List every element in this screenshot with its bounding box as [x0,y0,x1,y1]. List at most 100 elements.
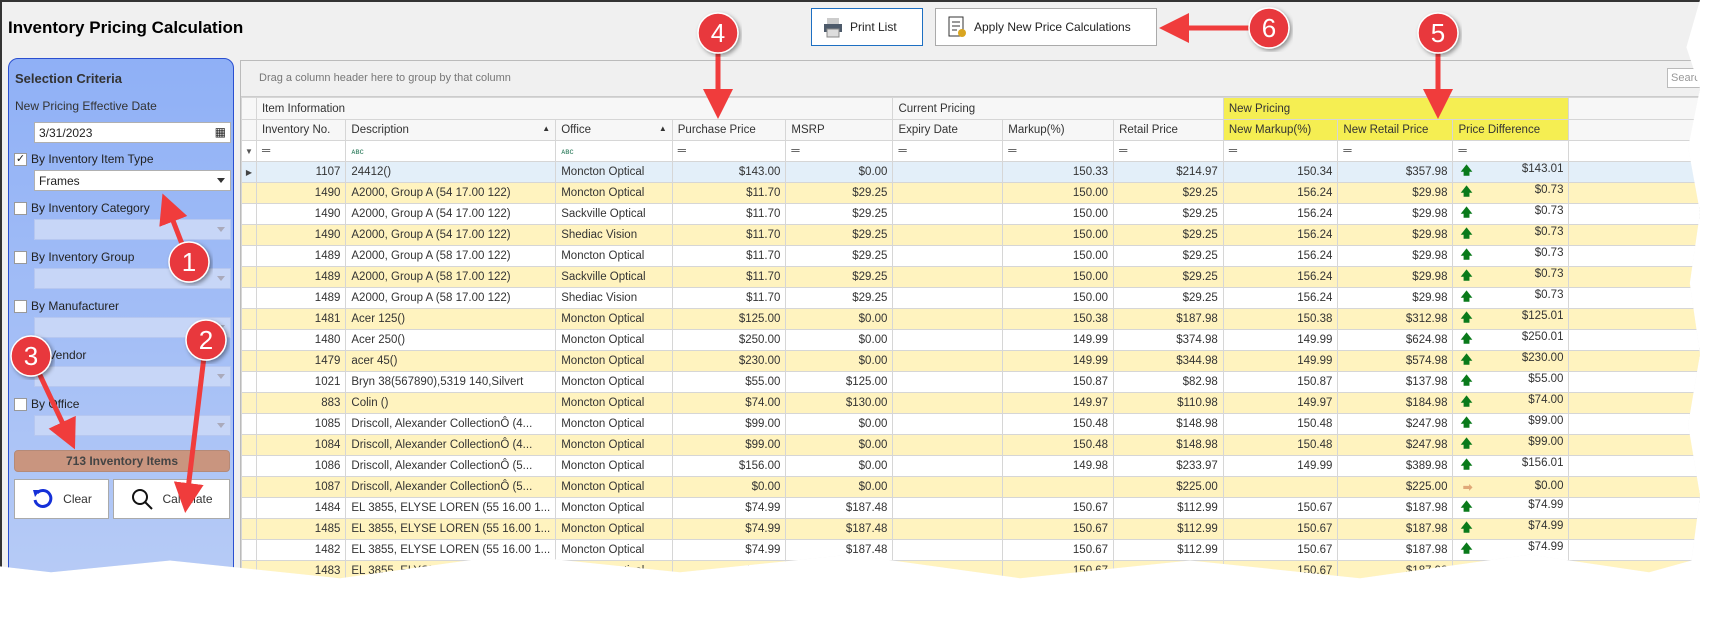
checkbox[interactable] [14,201,27,215]
column-header-label: Retail Price [1119,124,1178,136]
column-header[interactable]: Retail Price [1113,119,1224,141]
inventory-no: 1490 [255,203,347,225]
filter-cell[interactable]: ═ [671,140,787,162]
table-row[interactable]: ▶ 1107 24412() Moncton Optical $143.00 $… [241,161,1700,183]
inventory-no: 1490 [255,224,347,246]
checkbox[interactable] [14,397,27,411]
filter-cell[interactable]: ═ [1222,140,1339,162]
table-row[interactable]: 1484 EL 3855, ELYSE LOREN (55 16.00 1...… [241,497,1700,519]
table-row[interactable]: 1085 Driscoll, Alexander CollectionÔ (4.… [241,413,1700,435]
equals-filter-icon: ═ [898,145,907,157]
markup: 149.99 [1002,329,1115,351]
filter-checkbox[interactable]: By Office [14,397,79,411]
apply-new-price-calculations-button[interactable]: Apply New Price Calculations [935,8,1157,46]
table-row[interactable]: 1490 A2000, Group A (54 17.00 122) Sackv… [241,203,1700,225]
filter-cell[interactable]: ═ [1337,140,1454,162]
column-header[interactable]: New Retail Price [1337,119,1454,141]
filter-checkbox[interactable]: ✓ By Inventory Item Type [14,152,154,166]
filter-cell[interactable]: ᴀʙᴄ [345,140,557,162]
price-difference-value: $74.99 [1528,582,1564,595]
table-row[interactable]: 1087 Driscoll, Alexander CollectionÔ (5.… [241,476,1700,498]
column-header-label: Expiry Date [898,124,958,136]
purchase-price: $11.70 [671,182,787,204]
markup: 150.00 [1002,182,1115,204]
filter-dropdown[interactable] [34,317,231,338]
price-difference: 🡅 $0.73 [1452,287,1570,309]
table-row[interactable]: 1485 EL 3855, ELYSE LOREN (55 16.00 1...… [241,518,1700,540]
filter-dropdown[interactable] [34,268,231,289]
chevron-down-icon [217,325,225,330]
filter-label: By Office [31,397,80,411]
row-indicator [241,455,257,477]
new-markup: 150.67 [1222,560,1339,579]
calculate-button[interactable]: Calculate [113,479,230,519]
column-header[interactable]: Description ▲ [345,119,557,141]
search-input[interactable]: Search [1667,68,1700,88]
table-row[interactable]: 1479 acer 45() Moncton Optical $230.00 $… [241,350,1700,372]
column-header[interactable]: Office ▲ [555,119,673,141]
filter-cell[interactable]: ═ [785,140,894,162]
filter-checkbox[interactable]: By Manufacturer [14,299,119,313]
table-row[interactable]: 1480 Acer 250() Moncton Optical $250.00 … [241,329,1700,351]
column-header[interactable]: MSRP [785,119,894,141]
table-row[interactable]: 1490 A2000, Group A (54 17.00 122) Monct… [241,182,1700,204]
msrp: $0.00 [785,161,894,183]
column-header[interactable]: Expiry Date [892,119,1004,141]
column-header[interactable]: Inventory No. [255,119,347,141]
table-row[interactable]: 1483 EL 3855, ELYSE LOREN (55 16.00 1...… [241,560,1700,579]
filler-cell [1568,329,1700,351]
table-row[interactable]: EL 3855, ELYSE LOREN (55 16.00 1... Monc… [242,582,1719,603]
column-header[interactable]: Markup(%) [1002,119,1115,141]
filter-checkbox[interactable]: By Vendor [14,348,86,362]
filter-dropdown[interactable] [34,219,231,240]
retail-price: $82.98 [1113,371,1224,393]
office: Moncton Optical [555,245,673,267]
filter-cell[interactable]: ᴀʙᴄ [555,140,673,162]
search-icon [132,489,154,510]
up-arrow-icon: 🡅 [1460,374,1473,387]
group-by-panel[interactable]: Drag a column header here to group by th… [241,61,1700,97]
filter-dropdown[interactable]: Frames [34,170,231,191]
print-list-button[interactable]: Print List [811,8,923,46]
apply-label: Apply New Price Calculations [974,20,1131,34]
checkbox[interactable] [14,348,27,362]
table-row[interactable]: 1489 A2000, Group A (58 17.00 122) Sackv… [241,266,1700,288]
filter-dropdown[interactable] [34,366,231,387]
filter-cell[interactable]: ═ [1002,140,1115,162]
filler-cell [1568,224,1700,246]
table-row[interactable]: 1482 EL 3855, ELYSE LOREN (55 16.00 1...… [241,539,1700,561]
table-row[interactable]: 1084 Driscoll, Alexander CollectionÔ (4.… [241,434,1700,456]
checkbox[interactable] [14,299,27,313]
purchase-price: $143.00 [671,161,787,183]
checkbox[interactable]: ✓ [14,152,27,166]
filter-checkbox[interactable]: By Inventory Category [14,201,150,215]
table-row[interactable]: 1489 A2000, Group A (58 17.00 122) Monct… [241,245,1700,267]
clear-button[interactable]: Clear [14,479,109,519]
price-difference-value: $74.99 [1528,561,1564,574]
effective-date-input[interactable]: 3/31/2023 ▦ [34,122,231,143]
calendar-icon[interactable]: ▦ [215,125,226,139]
column-header[interactable]: Price Difference [1452,119,1570,141]
msrp: $29.25 [785,245,894,267]
filter-dropdown[interactable] [34,415,231,436]
expiry-date [892,497,1004,519]
up-arrow-icon: 🡅 [1460,269,1473,282]
column-header[interactable]: Purchase Price [671,119,787,141]
filter-checkbox[interactable]: By Inventory Group [14,250,134,264]
filter-icon[interactable]: ▼ [241,140,257,162]
table-row[interactable]: 1021 Bryn 38(567890),5319 140,Silvert Mo… [241,371,1700,393]
table-row[interactable]: 1481 Acer 125() Moncton Optical $125.00 … [241,308,1700,330]
filter-cell[interactable]: ═ [1113,140,1224,162]
table-row[interactable]: 1489 A2000, Group A (58 17.00 122) Shedi… [241,287,1700,309]
filter-cell[interactable]: ═ [892,140,1004,162]
filler-cell [1569,582,1719,603]
checkbox[interactable] [14,250,27,264]
table-row[interactable]: 1086 Driscoll, Alexander CollectionÔ (5.… [241,455,1700,477]
table-row[interactable]: 1490 A2000, Group A (54 17.00 122) Shedi… [241,224,1700,246]
filter-cell[interactable]: ═ [255,140,347,162]
column-header[interactable]: New Markup(%) [1222,119,1339,141]
filter-label: By Inventory Item Type [31,152,154,166]
table-row[interactable]: 883 Colin () Moncton Optical $74.00 $130… [241,392,1700,414]
filter-cell[interactable]: ═ [1452,140,1570,162]
inventory-no: 1086 [255,455,347,477]
